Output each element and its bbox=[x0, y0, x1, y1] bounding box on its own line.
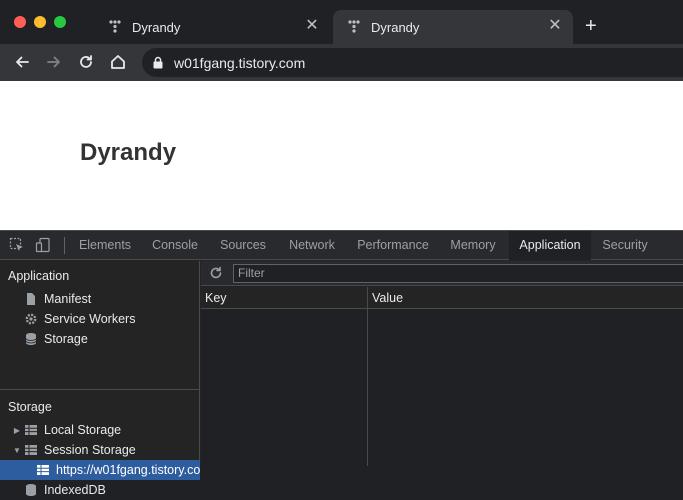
sidebar-item-service-workers[interactable]: Service Workers bbox=[0, 309, 200, 329]
sidebar-item-label: https://w01fgang.tistory.co bbox=[56, 463, 200, 477]
tistory-favicon-icon bbox=[347, 19, 363, 35]
inspect-element-icon[interactable] bbox=[9, 237, 25, 253]
browser-toolbar: w01fgang.tistory.com bbox=[0, 44, 683, 81]
close-tab-icon[interactable]: ✕ bbox=[547, 18, 563, 34]
sidebar-item-label: Session Storage bbox=[44, 443, 136, 457]
section-title-application: Application bbox=[8, 269, 70, 283]
tab-network[interactable]: Network bbox=[281, 231, 343, 260]
close-window-button[interactable] bbox=[14, 16, 26, 28]
section-title-storage: Storage bbox=[8, 400, 52, 414]
browser-tab-active[interactable]: Dyrandy ✕ bbox=[333, 10, 573, 44]
toolbar-divider bbox=[64, 237, 65, 254]
device-toolbar-icon[interactable] bbox=[35, 237, 51, 253]
tistory-favicon-icon bbox=[108, 19, 124, 35]
sidebar-item-label: Local Storage bbox=[44, 423, 122, 437]
tab-security[interactable]: Security bbox=[596, 231, 654, 260]
window-controls bbox=[14, 16, 66, 28]
gear-icon bbox=[24, 312, 38, 326]
forward-arrow-icon[interactable] bbox=[44, 52, 64, 72]
tab-sources[interactable]: Sources bbox=[212, 231, 274, 260]
collapse-triangle-icon[interactable]: ▼ bbox=[12, 446, 22, 455]
tab-application[interactable]: Application bbox=[509, 231, 591, 260]
tab-console[interactable]: Console bbox=[145, 231, 205, 260]
close-tab-icon[interactable]: ✕ bbox=[304, 18, 320, 34]
back-arrow-icon[interactable] bbox=[12, 52, 32, 72]
expand-triangle-icon[interactable]: ▶ bbox=[12, 426, 22, 435]
sidebar-item-label: Service Workers bbox=[44, 312, 136, 326]
tab-title: Dyrandy bbox=[371, 19, 420, 35]
page-title: Dyrandy bbox=[80, 139, 177, 166]
sidebar-item-local-storage[interactable]: ▶ Local Storage bbox=[0, 420, 200, 440]
tab-performance[interactable]: Performance bbox=[350, 231, 436, 260]
tab-memory[interactable]: Memory bbox=[443, 231, 503, 260]
devtools-panel: Elements Console Sources Network Perform… bbox=[0, 230, 683, 497]
browser-tab[interactable]: Dyrandy ✕ bbox=[94, 10, 330, 44]
storage-viewer: Filter Key Value bbox=[201, 261, 683, 466]
application-sidebar: Application Manifest Service Workers Sto… bbox=[0, 261, 200, 497]
sidebar-item-storage[interactable]: Storage bbox=[0, 329, 200, 349]
minimize-window-button[interactable] bbox=[34, 16, 46, 28]
sidebar-item-indexeddb[interactable]: IndexedDB bbox=[0, 480, 200, 500]
column-header-key[interactable]: Key bbox=[201, 287, 367, 309]
web-page: Dyrandy bbox=[0, 81, 683, 230]
sidebar-item-session-origin[interactable]: https://w01fgang.tistory.co bbox=[0, 460, 200, 480]
url-text: w01fgang.tistory.com bbox=[174, 55, 306, 71]
reload-icon[interactable] bbox=[76, 52, 96, 72]
browser-tab-bar: Dyrandy ✕ Dyrandy ✕ + bbox=[0, 0, 683, 44]
lock-icon bbox=[152, 56, 164, 69]
sidebar-item-label: Manifest bbox=[44, 292, 92, 306]
table-header: Key Value bbox=[201, 287, 683, 309]
filter-input[interactable]: Filter bbox=[233, 264, 683, 283]
column-divider bbox=[367, 287, 368, 466]
sidebar-item-label: IndexedDB bbox=[44, 483, 106, 497]
document-icon bbox=[24, 292, 38, 306]
refresh-icon[interactable] bbox=[209, 266, 223, 280]
sidebar-divider bbox=[0, 389, 200, 390]
tab-elements[interactable]: Elements bbox=[72, 231, 138, 260]
filter-toolbar: Filter bbox=[201, 261, 683, 286]
grid-icon bbox=[24, 443, 38, 457]
home-icon[interactable] bbox=[108, 52, 128, 72]
sidebar-item-manifest[interactable]: Manifest bbox=[0, 289, 200, 309]
column-header-value[interactable]: Value bbox=[368, 287, 683, 309]
database-icon bbox=[24, 332, 38, 346]
grid-icon bbox=[24, 423, 38, 437]
address-bar[interactable]: w01fgang.tistory.com bbox=[142, 48, 683, 77]
sidebar-item-label: Storage bbox=[44, 332, 88, 346]
sidebar-item-session-storage[interactable]: ▼ Session Storage bbox=[0, 440, 200, 460]
database-icon bbox=[24, 483, 38, 497]
tab-title: Dyrandy bbox=[132, 19, 181, 35]
new-tab-button[interactable]: + bbox=[585, 16, 597, 36]
grid-icon bbox=[36, 463, 50, 477]
devtools-tab-bar: Elements Console Sources Network Perform… bbox=[0, 231, 683, 260]
maximize-window-button[interactable] bbox=[54, 16, 66, 28]
